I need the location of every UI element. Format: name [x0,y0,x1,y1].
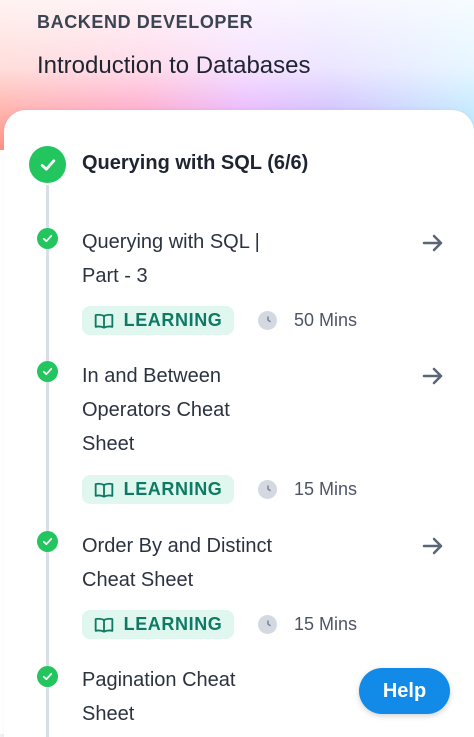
track-label: BACKEND DEVELOPER [37,12,254,32]
book-icon [94,481,114,499]
book-icon [94,312,114,330]
badge-label: LEARNING [123,310,223,330]
lesson-title[interactable]: Querying with SQL | Part - 3 [82,225,307,293]
duration-meta: 15 Mins [258,611,357,637]
section-complete-check-icon [29,146,66,183]
lesson-title[interactable]: Order By and Distinct Cheat Sheet [82,529,307,597]
item-check-icon [37,666,58,687]
duration-meta: 50 Mins [258,307,357,333]
help-button[interactable]: Help [359,668,450,714]
section-title: Querying with SQL (6/6) [82,152,309,174]
duration-text: 50 Mins [294,309,358,330]
duration-text: 15 Mins [294,478,358,499]
arrow-right-icon[interactable] [420,363,446,389]
clock-icon [258,614,277,634]
clock-icon [258,479,277,499]
learning-badge: LEARNING [82,610,234,639]
learning-badge: LEARNING [82,475,234,504]
duration-text: 15 Mins [294,613,358,634]
arrow-right-icon[interactable] [420,533,446,559]
clock-icon [258,310,277,330]
course-page: BACKEND DEVELOPER Introduction to Databa… [0,0,474,737]
item-check-icon [37,228,58,249]
lesson-title[interactable]: Pagination Cheat Sheet [82,663,307,731]
timeline-line [46,185,49,737]
item-check-icon [37,531,58,552]
arrow-right-icon[interactable] [420,230,446,256]
badge-label: LEARNING [123,614,223,634]
book-icon [94,616,114,634]
learning-badge: LEARNING [82,306,234,335]
duration-meta: 15 Mins [258,476,357,502]
badge-label: LEARNING [123,479,223,499]
lesson-title[interactable]: In and Between Operators Cheat Sheet [82,359,307,461]
item-check-icon [37,361,58,382]
course-title: Introduction to Databases [37,52,311,79]
